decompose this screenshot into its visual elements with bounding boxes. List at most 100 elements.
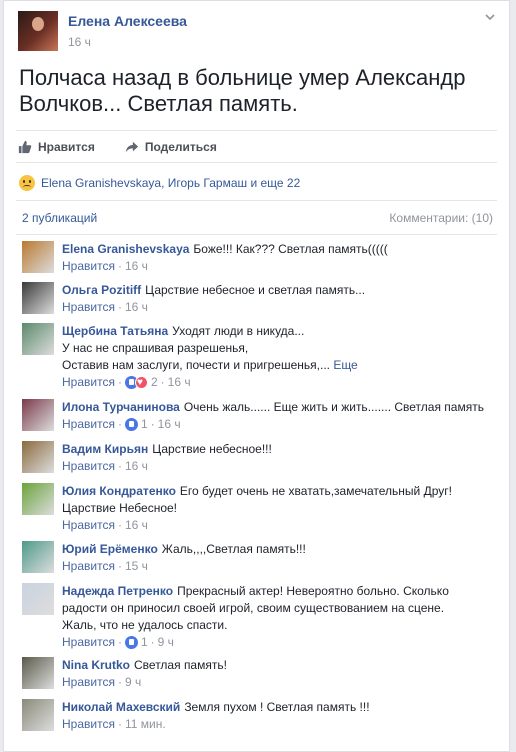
separator: · — [117, 635, 122, 649]
comment-time[interactable]: 16 ч — [125, 458, 148, 475]
comment-time[interactable]: 16 ч — [125, 258, 148, 275]
separator: · — [117, 518, 122, 532]
comment-like-button[interactable]: Нравится — [62, 517, 115, 534]
comment-like-button[interactable]: Нравится — [62, 299, 115, 316]
share-button[interactable]: Поделиться — [125, 140, 217, 154]
comment-like-button[interactable]: Нравится — [62, 374, 115, 391]
commenter-avatar[interactable] — [22, 399, 54, 431]
commenter-name[interactable]: Илона Турчанинова — [62, 400, 180, 414]
commenter-name[interactable]: Щербина Татьяна — [62, 324, 168, 338]
comment-text: Жаль,,,,Светлая память!!! — [161, 542, 306, 556]
comment-text: Очень жаль...... Еще жить и жить....... … — [183, 400, 484, 414]
comment-meta: Нравится · 16 ч — [62, 517, 492, 534]
separator: · — [117, 259, 122, 273]
separator: · — [117, 459, 122, 473]
commenter-name[interactable]: Надежда Петренко — [62, 584, 173, 598]
comment-like-button[interactable]: Нравится — [62, 558, 115, 575]
chevron-down-icon[interactable] — [482, 11, 498, 27]
post-actions: Нравится Поделиться — [18, 135, 217, 159]
comment-like-button[interactable]: Нравится — [62, 634, 115, 651]
comment-text: У нас не спрашивая разрешенья, — [62, 341, 249, 355]
comment-time[interactable]: 15 ч — [125, 558, 148, 575]
comment-time[interactable]: 16 ч — [168, 374, 191, 391]
comment-text: Царствие Небесное! — [62, 501, 177, 515]
divider — [16, 234, 497, 235]
see-more-link[interactable]: Еще — [330, 358, 357, 372]
separator: · — [117, 300, 122, 314]
separator: · — [117, 559, 122, 573]
love-reaction-icon — [134, 374, 148, 391]
comment-time[interactable]: 9 ч — [158, 634, 174, 651]
comment-body: Щербина Татьяна Уходят люди в никуда... У … — [62, 323, 492, 391]
post-card: Елена Алексеева 16 ч Полчаса назад в бол… — [3, 0, 510, 752]
comment-body: Nina Krutko Светлая память! Нравится · 9 ч — [62, 657, 492, 691]
post-time[interactable]: 16 ч — [68, 35, 91, 49]
comment-body: Юлия Кондратенко Его будет очень не хвата… — [62, 483, 492, 534]
comment-body: Elena Granishevskaya Боже!!! Как??? Светл… — [62, 241, 492, 275]
author-avatar[interactable] — [18, 11, 58, 51]
commenter-avatar[interactable] — [22, 282, 54, 314]
comment-text: Оставив нам заслуги, почести и пригрешен… — [62, 358, 330, 372]
comment-text: Земля пухом ! Светлая память !!! — [184, 700, 370, 714]
separator: · — [117, 375, 122, 389]
comment-body: Ольга Pozitiff Царствие небесное и светла… — [62, 282, 492, 316]
post-text: Полчаса назад в больнице умер Александр … — [19, 65, 466, 116]
comment-meta: Нравится · 16 ч — [62, 458, 492, 475]
reactions-badge[interactable]: 1 — [124, 416, 148, 433]
like-label: Нравится — [38, 140, 95, 154]
comment-time[interactable]: 16 ч — [125, 517, 148, 534]
commenter-avatar[interactable] — [22, 541, 54, 573]
reactions-summary[interactable]: Elena Granishevskaya, Игорь Гармаш и еще… — [19, 175, 300, 191]
comment-body: Юрий Ерёменко Жаль,,,,Светлая память!!! Нр… — [62, 541, 492, 575]
comment-body: Вадим Кирьян Царствие небесное!!! Нравится… — [62, 441, 492, 475]
reaction-count: 2 — [150, 375, 158, 389]
comment-text: Прекрасный актер! Невероятно больно. Ско… — [177, 584, 449, 598]
comment-time[interactable]: 9 ч — [125, 674, 141, 691]
comment-time[interactable]: 16 ч — [158, 416, 181, 433]
comment-meta: Нравится·2·16 ч — [62, 374, 492, 391]
commenter-name[interactable]: Вадим Кирьян — [62, 442, 148, 456]
comment-text: радости он приносил своей игрой, своим с… — [62, 601, 445, 615]
comment-meta: Нравится · 16 ч — [62, 299, 492, 316]
commenter-name[interactable]: Юрий Ерёменко — [62, 542, 158, 556]
reactions-badge[interactable]: 2 — [124, 374, 158, 391]
commenter-avatar[interactable] — [22, 441, 54, 473]
commenter-name[interactable]: Юлия Кондратенко — [62, 484, 176, 498]
separator: · — [150, 417, 155, 431]
comments-count: Комментарии: (10) — [389, 211, 493, 225]
separator: · — [117, 417, 122, 431]
commenter-name[interactable]: Николай Махевский — [62, 700, 180, 714]
post-header: Елена Алексеева 16 ч — [18, 11, 498, 55]
divider — [16, 130, 497, 131]
thumbs-up-icon — [18, 140, 32, 154]
share-arrow-icon — [125, 141, 138, 153]
comment-body: Николай Махевский Земля пухом ! Светлая п… — [62, 699, 492, 733]
author-name[interactable]: Елена Алексеева — [68, 13, 187, 29]
comment-like-button[interactable]: Нравится — [62, 258, 115, 275]
comment-like-button[interactable]: Нравится — [62, 416, 115, 433]
reactions-badge[interactable]: 1 — [124, 634, 148, 651]
commenter-avatar[interactable] — [22, 323, 54, 355]
separator: · — [117, 717, 122, 731]
commenter-avatar[interactable] — [22, 699, 54, 731]
reactions-text: Elena Granishevskaya, Игорь Гармаш и еще… — [41, 176, 301, 190]
comment-like-button[interactable]: Нравится — [62, 674, 115, 691]
commenter-avatar[interactable] — [22, 657, 54, 689]
commenter-avatar[interactable] — [22, 483, 54, 515]
separator: · — [160, 375, 165, 389]
commenter-avatar[interactable] — [22, 583, 54, 615]
comment-meta: Нравится · 9 ч — [62, 674, 492, 691]
comment-time[interactable]: 16 ч — [125, 299, 148, 316]
publications-link[interactable]: 2 публикаций — [22, 211, 97, 225]
comment-like-button[interactable]: Нравится — [62, 716, 115, 733]
comment-like-button[interactable]: Нравится — [62, 458, 115, 475]
commenter-name[interactable]: Elena Granishevskaya — [62, 242, 189, 256]
like-button[interactable]: Нравится — [18, 140, 95, 154]
comment-text: Царствие небесное и светлая память... — [145, 283, 366, 297]
share-label: Поделиться — [144, 140, 217, 154]
commenter-name[interactable]: Nina Krutko — [62, 658, 130, 672]
commenter-name[interactable]: Ольга Pozitiff — [62, 283, 141, 297]
commenter-avatar[interactable] — [22, 241, 54, 273]
like-reaction-icon — [124, 636, 138, 649]
comment-time[interactable]: 11 мин. — [125, 716, 166, 733]
